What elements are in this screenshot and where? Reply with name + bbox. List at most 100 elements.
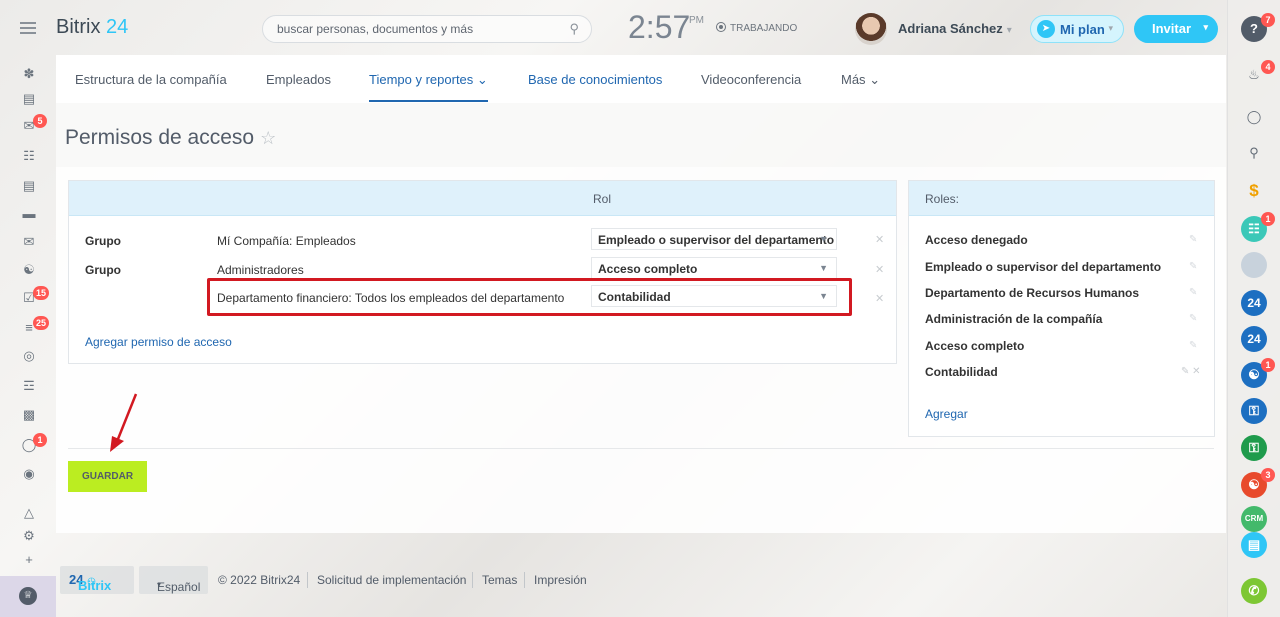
row-group-label: Grupo bbox=[85, 263, 121, 277]
plus-icon[interactable]: + bbox=[21, 552, 37, 568]
chat-bubble-icon[interactable]: ◯ bbox=[1241, 104, 1267, 130]
bitrix24-icon[interactable]: 24 bbox=[1241, 326, 1267, 352]
tab-company-structure[interactable]: Estructura de la compañía bbox=[75, 72, 227, 87]
clock-ampm: PM bbox=[689, 15, 704, 26]
chevron-down-icon: ⌄ bbox=[869, 72, 881, 87]
highlight-box bbox=[207, 278, 852, 316]
contact-card-icon[interactable]: ▩ bbox=[21, 407, 37, 423]
star-icon[interactable]: ☆ bbox=[260, 128, 276, 148]
add-access-permission-link[interactable]: Agregar permiso de acceso bbox=[85, 335, 232, 349]
tab-employees[interactable]: Empleados bbox=[266, 72, 331, 87]
role-select[interactable]: Acceso completo ▼ bbox=[591, 257, 837, 279]
role-select[interactable]: Empleado o supervisor del departamento ▼ bbox=[591, 228, 837, 250]
robot-badge: 1 bbox=[33, 433, 47, 447]
bitrix24-icon[interactable]: 24 bbox=[1241, 290, 1267, 316]
upgrade-zone: ♕ bbox=[0, 576, 56, 617]
invite-button[interactable]: Invitar ▾ bbox=[1134, 15, 1218, 43]
calendar-icon[interactable]: ☷ bbox=[21, 148, 37, 164]
role-item[interactable]: Administración de la compañía bbox=[925, 312, 1102, 326]
delete-icon[interactable]: ✕ bbox=[1192, 366, 1200, 377]
sitemap-icon[interactable]: △ bbox=[21, 505, 37, 521]
activity-stream-icon[interactable]: ✽ bbox=[21, 66, 37, 82]
drive-icon[interactable]: ▬ bbox=[21, 206, 37, 222]
avatar[interactable] bbox=[855, 13, 887, 45]
edit-icon[interactable]: ✎ bbox=[1189, 261, 1197, 272]
notifications-badge: 4 bbox=[1261, 60, 1275, 74]
language-selector[interactable]: Español ▾ bbox=[139, 566, 208, 594]
user-menu[interactable]: Adriana Sánchez ▾ bbox=[898, 21, 1012, 36]
delete-icon[interactable]: ✕ bbox=[875, 233, 884, 246]
menu-icon[interactable] bbox=[20, 22, 36, 34]
implementation-link[interactable]: Solicitud de implementación bbox=[317, 573, 466, 587]
delete-icon[interactable]: ✕ bbox=[875, 263, 884, 276]
group-badge: 1 bbox=[1261, 358, 1275, 372]
crm-badge: 25 bbox=[33, 316, 50, 330]
tasks-badge: 15 bbox=[33, 286, 50, 300]
table-header: Rol bbox=[69, 181, 896, 216]
roles-header: Roles: bbox=[909, 181, 1214, 216]
role-item[interactable]: Contabilidad bbox=[925, 365, 998, 379]
top-bar: Bitrix 24 ⚲ 2:57 PM TRABAJANDO Adriana S… bbox=[0, 0, 1230, 56]
permissions-table: Rol Grupo Mí Compañía: Empleados Emplead… bbox=[68, 180, 897, 364]
document-share-icon[interactable]: ▤ bbox=[1241, 532, 1267, 558]
target-icon[interactable]: ◎ bbox=[21, 348, 37, 364]
tab-time-reports[interactable]: Tiempo y reportes ⌄ bbox=[369, 72, 488, 102]
divider bbox=[68, 448, 1214, 449]
copyright-text: © 2022 Bitrix24 bbox=[218, 573, 301, 587]
role-item[interactable]: Departamento de Recursos Humanos bbox=[925, 286, 1139, 300]
chevron-down-icon: ▾ bbox=[1108, 23, 1113, 33]
work-status[interactable]: TRABAJANDO bbox=[716, 22, 797, 34]
mail-icon[interactable]: ✉ bbox=[21, 234, 37, 250]
edit-icon[interactable]: ✎ bbox=[1189, 234, 1197, 245]
record-icon bbox=[716, 22, 726, 32]
contact-avatar[interactable] bbox=[1241, 252, 1267, 278]
tab-knowledge-base[interactable]: Base de conocimientos bbox=[528, 72, 662, 87]
role-item[interactable]: Acceso completo bbox=[925, 339, 1024, 353]
chat-badge: 5 bbox=[33, 114, 47, 128]
settings-icon[interactable]: ⚙ bbox=[21, 528, 37, 544]
footer-logo[interactable]: Bitrix 24 ◷ bbox=[60, 566, 134, 594]
edit-icon[interactable]: ✎ bbox=[1189, 340, 1197, 351]
role-item[interactable]: Acceso denegado bbox=[925, 233, 1028, 247]
lock-icon[interactable]: ⚿ bbox=[1241, 435, 1267, 461]
chevron-down-icon: ▾ bbox=[1203, 22, 1208, 32]
lock-icon[interactable]: ⚿ bbox=[1241, 398, 1267, 424]
roles-panel: Roles: Acceso denegado ✎ Empleado o supe… bbox=[908, 180, 1215, 437]
right-sidebar: ? 7 ♨ 4 ◯ ⚲ $ ☷ 1 24 24 ☯ 1 ⚿ ⚿ ☯ 3 CRM … bbox=[1227, 0, 1280, 617]
search-icon[interactable]: ⚲ bbox=[569, 21, 579, 37]
chevron-down-icon: ▼ bbox=[819, 234, 828, 244]
people-icon[interactable]: ☯ bbox=[21, 262, 37, 278]
edit-icon[interactable]: ✎ bbox=[1189, 287, 1197, 298]
tab-more[interactable]: Más ⌄ bbox=[841, 72, 880, 88]
clock: 2:57 bbox=[628, 9, 691, 45]
add-role-link[interactable]: Agregar bbox=[925, 407, 968, 421]
dollar-icon[interactable]: $ bbox=[1241, 178, 1267, 204]
edit-icon[interactable]: ✎ bbox=[1181, 366, 1189, 377]
tab-videoconference[interactable]: Videoconferencia bbox=[701, 72, 801, 87]
delete-icon[interactable]: ✕ bbox=[875, 292, 884, 305]
row-group-label: Grupo bbox=[85, 234, 121, 248]
feed-icon[interactable]: ▤ bbox=[21, 91, 37, 107]
left-sidebar: ✽ ▤ ✉ 5 ☷ ▤ ▬ ✉ ☯ ☑ 15 ≡ 25 ◎ ☲ ▩ ◯ 1 ◉ … bbox=[0, 56, 56, 617]
crown-icon[interactable]: ♕ bbox=[19, 587, 37, 605]
document-icon[interactable]: ▤ bbox=[21, 178, 37, 194]
search-input[interactable] bbox=[277, 22, 557, 36]
page-title: Permisos de acceso ☆ bbox=[65, 126, 277, 149]
themes-link[interactable]: Temas bbox=[482, 573, 517, 587]
edit-icon[interactable]: ✎ bbox=[1189, 313, 1197, 324]
crm-icon[interactable]: CRM bbox=[1241, 506, 1267, 532]
cart-icon[interactable]: ☲ bbox=[21, 378, 37, 394]
chevron-down-icon: ⌄ bbox=[476, 72, 488, 87]
logo[interactable]: Bitrix 24 bbox=[56, 16, 128, 39]
chevron-down-icon: ▾ bbox=[157, 580, 162, 589]
save-button[interactable]: GUARDAR bbox=[68, 461, 147, 492]
print-link[interactable]: Impresión bbox=[534, 573, 587, 587]
more-icon[interactable]: ◉ bbox=[21, 466, 37, 482]
search-icon[interactable]: ⚲ bbox=[1241, 140, 1267, 166]
search-box[interactable]: ⚲ bbox=[262, 15, 592, 43]
my-plan-button[interactable]: ➤ Mi plan ▾ bbox=[1030, 15, 1124, 43]
phone-icon[interactable]: ✆ bbox=[1241, 578, 1267, 604]
role-item[interactable]: Empleado o supervisor del departamento bbox=[925, 260, 1161, 274]
top-navigation: Estructura de la compañía Empleados Tiem… bbox=[56, 55, 1226, 103]
rocket-icon: ➤ bbox=[1037, 20, 1055, 38]
